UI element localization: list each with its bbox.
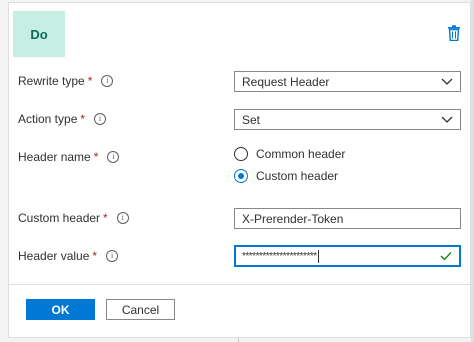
info-icon[interactable]: i [107,151,120,163]
rewrite-type-label: Rewrite type * i [18,74,114,88]
action-type-label: Action type * i [18,112,107,126]
checkmark-icon [440,252,452,261]
info-icon[interactable]: i [116,212,129,224]
header-value-masked: ********************** [242,250,317,262]
footer-divider [9,284,470,285]
cancel-button[interactable]: Cancel [106,299,175,320]
divider [238,338,239,342]
chevron-down-icon [441,116,453,123]
radio-common-header[interactable]: Common header [234,147,345,161]
info-icon[interactable]: i [101,75,114,87]
trash-icon[interactable] [447,25,461,41]
radio-button[interactable] [234,147,248,161]
header-name-label: Header name * i [18,150,120,164]
header-value-text: Header value [18,249,90,263]
radio-custom-header-label: Custom header [256,169,339,183]
radio-button-selected[interactable] [234,169,248,183]
avatar: Do [13,11,65,57]
action-type-value: Set [242,112,261,127]
custom-header-value: X-Prerender-Token [242,211,344,226]
rewrite-rule-panel: Do Rewrite type * i Request Header Actio… [8,2,471,338]
text-caret [317,249,319,263]
custom-header-input[interactable]: X-Prerender-Token [234,208,461,229]
rewrite-type-dropdown[interactable]: Request Header [234,71,461,92]
required-marker: * [87,74,93,88]
radio-custom-header[interactable]: Custom header [234,169,338,183]
required-marker: * [93,150,99,164]
required-marker: * [80,112,86,126]
info-icon[interactable]: i [106,250,119,262]
radio-common-header-label: Common header [256,147,346,161]
rewrite-type-text: Rewrite type [18,74,85,88]
ok-button[interactable]: OK [26,299,95,320]
header-value-input[interactable]: ********************** [234,245,461,267]
custom-header-text: Custom header [18,211,101,225]
chevron-down-icon [441,78,453,85]
action-type-text: Action type [18,112,78,126]
required-marker: * [92,249,98,263]
custom-header-label: Custom header * i [18,211,129,225]
header-value-label: Header value * i [18,249,119,263]
required-marker: * [103,211,108,225]
action-type-dropdown[interactable]: Set [234,109,461,130]
header-name-text: Header name [18,150,91,164]
info-icon[interactable]: i [94,113,107,125]
rewrite-type-value: Request Header [242,74,330,89]
